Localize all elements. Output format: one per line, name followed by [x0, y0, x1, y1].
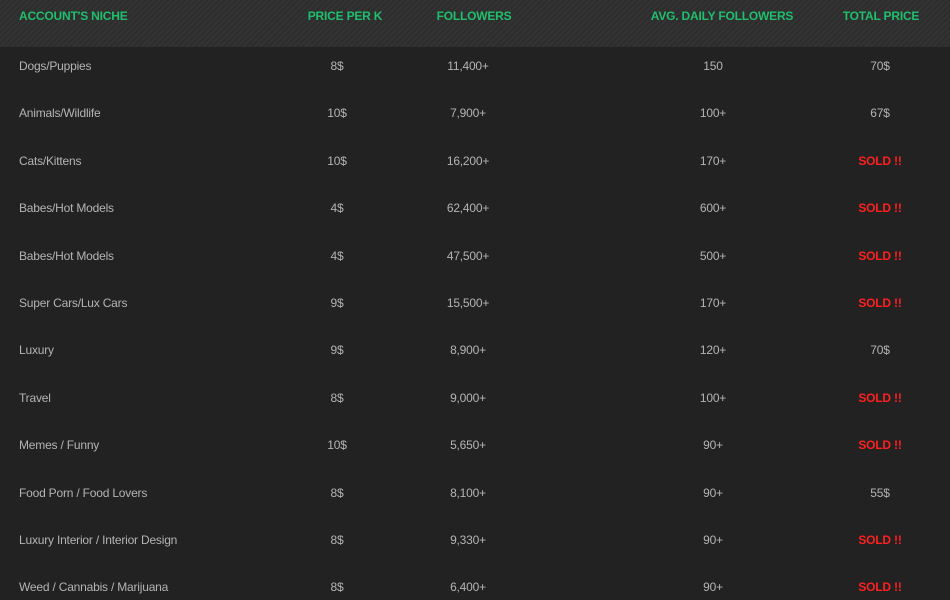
cell-niche: Memes / Funny — [19, 438, 100, 453]
cell-price-per-k: 8$ — [330, 580, 344, 595]
cell-avg-daily-followers: 90+ — [703, 580, 723, 595]
sold-badge: SOLD !! — [858, 390, 902, 405]
cell-followers: 9,330+ — [450, 533, 486, 547]
cell-price-per-k: 8$ — [330, 533, 344, 547]
sold-badge: SOLD !! — [858, 580, 902, 595]
table-row: Babes/Hot Models 4$ 47,500+ 500+ SOLD !! — [0, 237, 950, 284]
cell-followers: 62,400+ — [446, 201, 490, 216]
cell-followers: 47,500+ — [446, 248, 490, 263]
cell-price-per-k: 10$ — [327, 153, 347, 168]
cell-avg-daily-followers: 100+ — [699, 106, 727, 121]
table-row: Food Porn / Food Lovers 8$ 8,100+ 90+ 55$ — [0, 474, 950, 521]
cell-niche: Animals/Wildlife — [19, 106, 101, 121]
sold-badge: SOLD !! — [858, 248, 902, 263]
cell-price-per-k: 10$ — [327, 106, 347, 121]
table-row: Babes/Hot Models 4$ 62,400+ 600+ SOLD !! — [0, 189, 950, 236]
sold-badge: SOLD !! — [858, 533, 902, 547]
cell-total-price: 70$ — [870, 343, 890, 358]
cell-niche: Luxury — [19, 343, 54, 358]
table-row: Luxury Interior / Interior Design 8$ 9,330… — [0, 521, 950, 568]
cell-avg-daily-followers: 120+ — [699, 343, 727, 358]
cell-niche: Dogs/Puppies — [19, 59, 92, 73]
header-niche: ACCOUNT'S NICHE — [19, 9, 128, 23]
cell-niche: Babes/Hot Models — [19, 201, 114, 216]
cell-avg-daily-followers: 90+ — [703, 485, 723, 500]
cell-avg-daily-followers: 90+ — [703, 533, 723, 547]
sold-badge: SOLD !! — [858, 296, 902, 310]
cell-niche: Food Porn / Food Lovers — [19, 485, 148, 500]
cell-followers: 5,650+ — [450, 438, 486, 453]
sold-badge: SOLD !! — [858, 153, 902, 168]
cell-followers: 16,200+ — [446, 153, 490, 168]
cell-avg-daily-followers: 170+ — [699, 153, 727, 168]
cell-price-per-k: 4$ — [330, 201, 344, 216]
cell-niche: Cats/Kittens — [19, 153, 82, 168]
cell-niche: Weed / Cannabis / Marijuana — [19, 580, 169, 595]
cell-price-per-k: 9$ — [330, 296, 344, 310]
cell-niche: Babes/Hot Models — [19, 248, 114, 263]
accounts-table: ACCOUNT'S NICHE PRICE PER K FOLLOWERS AV… — [0, 0, 950, 600]
table-row: Memes / Funny 10$ 5,650+ 90+ SOLD !! — [0, 426, 950, 473]
cell-price-per-k: 4$ — [330, 248, 344, 263]
cell-followers: 11,400+ — [447, 59, 489, 73]
cell-followers: 8,100+ — [450, 485, 486, 500]
cell-total-price: 67$ — [870, 106, 890, 121]
cell-avg-daily-followers: 500+ — [699, 248, 727, 263]
table-row: Cats/Kittens 10$ 16,200+ 170+ SOLD !! — [0, 142, 950, 189]
cell-total-price: 70$ — [870, 59, 890, 73]
cell-price-per-k: 8$ — [330, 59, 344, 73]
table-header: ACCOUNT'S NICHE PRICE PER K FOLLOWERS AV… — [0, 0, 950, 47]
cell-price-per-k: 10$ — [327, 438, 347, 453]
header-avg-daily-followers: AVG. DAILY FOLLOWERS — [650, 9, 794, 23]
cell-avg-daily-followers: 150 — [703, 59, 723, 73]
cell-niche: Travel — [19, 390, 51, 405]
table-row: Dogs/Puppies 8$ 11,400+ 150 70$ — [0, 47, 950, 94]
header-followers: FOLLOWERS — [436, 9, 512, 23]
cell-avg-daily-followers: 100+ — [699, 390, 727, 405]
cell-price-per-k: 8$ — [330, 390, 344, 405]
table-row: Weed / Cannabis / Marijuana 8$ 6,400+ 90+ SO… — [0, 568, 950, 600]
cell-niche: Luxury Interior / Interior Design — [19, 533, 178, 547]
cell-followers: 7,900+ — [450, 106, 486, 121]
header-total-price: TOTAL PRICE — [842, 9, 920, 23]
header-price-per-k: PRICE PER K — [307, 9, 383, 23]
cell-niche: Super Cars/Lux Cars — [19, 296, 128, 310]
cell-price-per-k: 8$ — [330, 485, 344, 500]
cell-avg-daily-followers: 600+ — [699, 201, 727, 216]
sold-badge: SOLD !! — [858, 201, 902, 216]
cell-followers: 6,400+ — [450, 580, 486, 595]
cell-followers: 8,900+ — [450, 343, 486, 358]
cell-followers: 15,500+ — [446, 296, 490, 310]
cell-avg-daily-followers: 90+ — [703, 438, 723, 453]
cell-total-price: 55$ — [870, 485, 890, 500]
cell-followers: 9,000+ — [450, 390, 486, 405]
cell-price-per-k: 9$ — [330, 343, 344, 358]
table-row: Travel 8$ 9,000+ 100+ SOLD !! — [0, 379, 950, 426]
cell-avg-daily-followers: 170+ — [699, 296, 727, 310]
table-row: Super Cars/Lux Cars 9$ 15,500+ 170+ SOLD !! — [0, 284, 950, 331]
sold-badge: SOLD !! — [858, 438, 902, 453]
table-row: Luxury 9$ 8,900+ 120+ 70$ — [0, 331, 950, 378]
table-row: Animals/Wildlife 10$ 7,900+ 100+ 67$ — [0, 94, 950, 141]
